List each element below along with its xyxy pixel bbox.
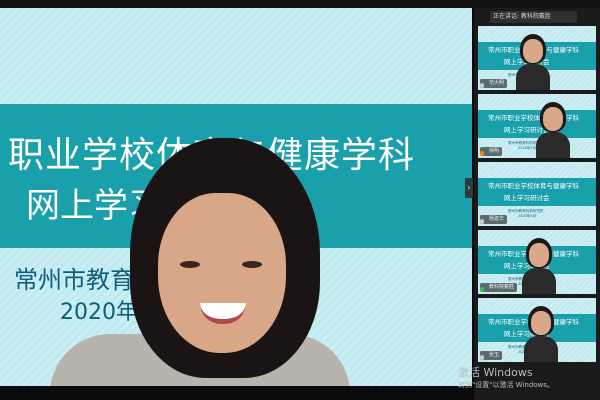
participant-body <box>516 64 550 90</box>
participant-name: 范大明 <box>480 79 508 88</box>
mic-icon <box>480 219 484 224</box>
participant-face <box>523 39 543 63</box>
participant-face <box>531 311 551 335</box>
windows-activation-title: 激活 Windows <box>458 366 533 379</box>
mic-icon <box>480 83 484 88</box>
tile-slide-date: 2020年5月 <box>518 146 537 150</box>
participant-video <box>522 238 556 294</box>
participant-body <box>536 132 570 158</box>
participant-video <box>536 102 570 158</box>
main-video[interactable]: 职业学校体育与健康学科 网上学习研讨会 常州市教育科学研究院 2020年5月 <box>0 8 472 386</box>
mic-icon <box>480 287 484 292</box>
collapse-panel-chevron-icon[interactable]: › <box>465 178 473 198</box>
participant-name: 教科院戴胜 <box>480 283 518 292</box>
participant-tile[interactable]: 常州市职业学校体育与健康学科 网上学习研讨会 常州市教育科学研究院 2020年5… <box>478 26 596 90</box>
participant-name: 杨建华 <box>480 215 508 224</box>
mic-icon <box>480 151 484 156</box>
tile-slide-date: 2020年5月 <box>518 214 537 218</box>
participant-video <box>516 34 550 90</box>
participant-face <box>543 107 563 131</box>
speaker-face <box>158 193 286 353</box>
speaking-indicator: 正在讲话: 教科院戴胜 <box>490 11 577 23</box>
windows-activation-hint: 转到"设置"以激活 Windows。 <box>458 381 554 389</box>
participant-tile[interactable]: 常州市职业学校体育与健康学科 网上学习研讨会 常州市教育科学研究院 2020年5… <box>478 298 596 362</box>
participant-body <box>522 268 556 294</box>
participant-video <box>524 306 558 362</box>
tile-slide-subtitle: 网上学习研讨会 <box>504 194 550 202</box>
participant-tile[interactable]: 常州市职业学校体育与健康学科 网上学习研讨会 常州市教育科学研究院 2020年5… <box>478 94 596 158</box>
speaker-video <box>40 138 360 386</box>
speaker-eye-right <box>242 261 262 268</box>
participant-face <box>529 243 549 267</box>
participant-body <box>524 336 558 362</box>
speaker-eye-left <box>180 261 200 268</box>
mic-icon <box>480 355 484 360</box>
top-frame <box>0 0 600 8</box>
tile-slide-title: 常州市职业学校体育与健康学科 <box>488 182 579 190</box>
speaker-mouth <box>200 303 246 324</box>
participant-tile[interactable]: 常州市职业学校体育与健康学科 网上学习研讨会 常州市教育科学研究院 2020年5… <box>478 162 596 226</box>
participant-tile[interactable]: 常州市职业学校体育与健康学科 网上学习研讨会 常州市教育科学研究院 2020年5… <box>478 230 596 294</box>
